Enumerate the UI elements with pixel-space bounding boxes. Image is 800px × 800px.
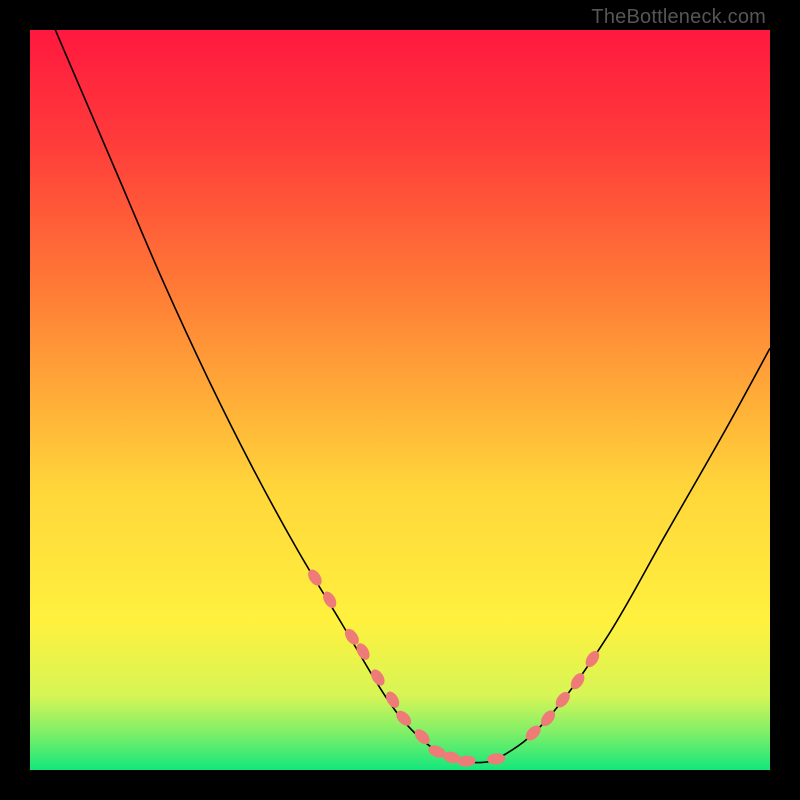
- gradient-background: [30, 30, 770, 770]
- chart-svg: [30, 30, 770, 770]
- watermark-text: TheBottleneck.com: [591, 6, 766, 29]
- chart-frame: [30, 30, 770, 770]
